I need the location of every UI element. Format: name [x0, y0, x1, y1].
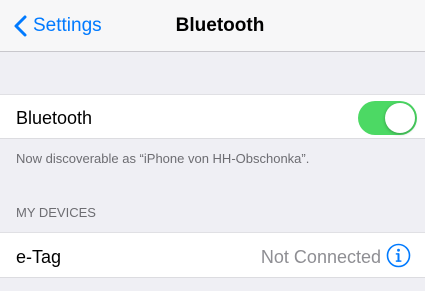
my-devices-header: MY DEVICES	[16, 205, 96, 220]
bluetooth-toggle[interactable]	[358, 101, 417, 135]
back-button[interactable]: Settings	[12, 12, 102, 40]
toggle-knob	[385, 103, 415, 133]
device-row-e-tag[interactable]: e-Tag Not Connected	[0, 232, 425, 278]
page-title: Bluetooth	[175, 15, 265, 36]
back-button-label: Settings	[33, 15, 102, 36]
device-name: e-Tag	[16, 247, 62, 267]
bluetooth-row: Bluetooth	[0, 94, 425, 139]
device-status: Not Connected	[260, 247, 381, 267]
discoverable-footer: Now discoverable as “iPhone von HH-Obsch…	[16, 151, 310, 166]
bluetooth-label: Bluetooth	[16, 108, 93, 128]
navigation-bar: Settings Bluetooth	[0, 0, 425, 52]
info-circle-icon[interactable]	[386, 243, 411, 268]
chevron-left-icon	[14, 15, 27, 37]
